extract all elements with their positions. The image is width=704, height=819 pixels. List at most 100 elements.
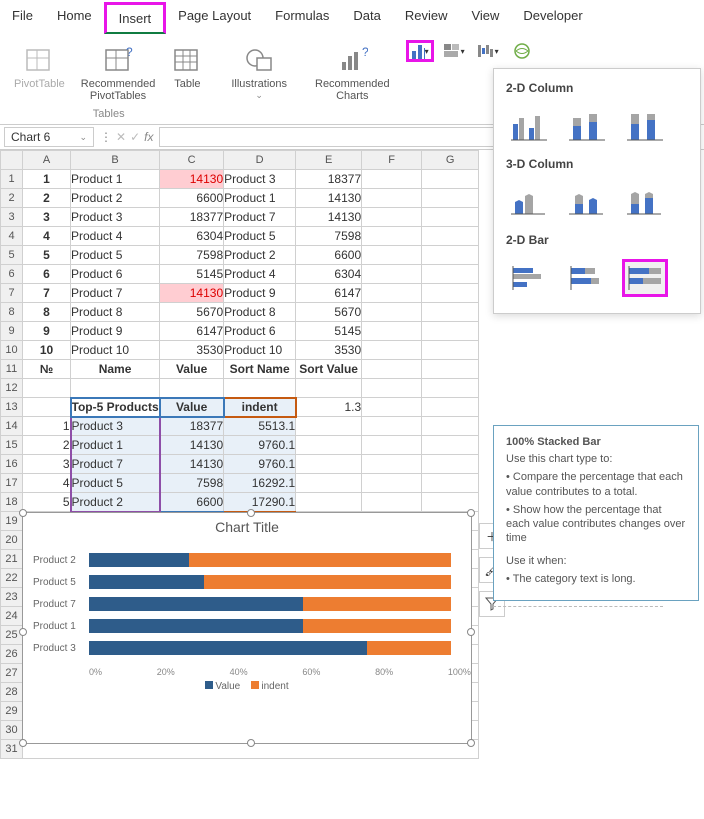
chart-bar[interactable] [89, 641, 451, 655]
col-header-F[interactable]: F [362, 151, 422, 170]
cell[interactable]: Product 1 [224, 189, 296, 208]
cell[interactable] [422, 379, 479, 398]
embedded-chart[interactable]: Chart Title Product 2Product 5Product 7P… [22, 512, 472, 744]
cell[interactable]: 7598 [160, 474, 224, 493]
cell[interactable] [362, 227, 422, 246]
cell[interactable]: Product 5 [71, 474, 160, 493]
cell[interactable]: 7598 [296, 227, 362, 246]
cell[interactable]: 1 [23, 417, 71, 436]
cell[interactable] [362, 474, 422, 493]
cell[interactable] [362, 398, 422, 417]
recommended-charts-button[interactable]: ? Recommended Charts [309, 40, 396, 106]
col-header-D[interactable]: D [224, 151, 296, 170]
cell[interactable] [422, 322, 479, 341]
row-header[interactable]: 12 [1, 379, 23, 398]
row-header[interactable]: 28 [1, 683, 23, 702]
clustered-bar-button[interactable] [506, 259, 552, 297]
cell[interactable] [422, 360, 479, 379]
cell[interactable] [362, 303, 422, 322]
clustered-column-button[interactable] [506, 107, 552, 145]
cell[interactable]: Product 2 [71, 493, 160, 512]
row-header[interactable]: 20 [1, 531, 23, 550]
cell[interactable] [422, 208, 479, 227]
cell[interactable]: Product 1 [71, 170, 160, 189]
chart-bar[interactable] [89, 597, 451, 611]
cell[interactable]: 9760.1 [224, 455, 296, 474]
menu-page-layout[interactable]: Page Layout [166, 2, 263, 34]
cell[interactable]: 2 [23, 189, 71, 208]
row-header[interactable]: 16 [1, 455, 23, 474]
row-header[interactable]: 29 [1, 702, 23, 721]
illustrations-button[interactable]: Illustrations ⌄ [225, 40, 293, 105]
cell[interactable] [422, 398, 479, 417]
row-header[interactable]: 5 [1, 246, 23, 265]
insert-hierarchy-chart-button[interactable]: ▾ [440, 40, 468, 62]
row-header[interactable]: 8 [1, 303, 23, 322]
cell[interactable]: 7598 [160, 246, 224, 265]
row-header[interactable]: 15 [1, 436, 23, 455]
chart-bar[interactable] [89, 575, 451, 589]
cell[interactable] [296, 379, 362, 398]
100-stacked-column-button[interactable] [622, 107, 668, 145]
cell[interactable] [362, 170, 422, 189]
cell[interactable] [160, 379, 224, 398]
cell[interactable]: 5 [23, 493, 71, 512]
cell[interactable] [422, 284, 479, 303]
cell[interactable] [296, 417, 362, 436]
cell[interactable] [422, 417, 479, 436]
menu-home[interactable]: Home [45, 2, 104, 34]
cell[interactable]: Product 7 [224, 208, 296, 227]
chart-title[interactable]: Chart Title [23, 513, 471, 541]
cell[interactable]: Product 1 [71, 436, 160, 455]
cell[interactable] [422, 227, 479, 246]
cell[interactable]: 2 [23, 436, 71, 455]
cell[interactable]: 3530 [160, 341, 224, 360]
cell[interactable]: Value [160, 360, 224, 379]
row-header[interactable]: 14 [1, 417, 23, 436]
cell[interactable]: 14130 [160, 436, 224, 455]
row-header[interactable]: 7 [1, 284, 23, 303]
cell[interactable] [362, 208, 422, 227]
cell[interactable]: 14130 [296, 208, 362, 227]
cell[interactable]: 5145 [296, 322, 362, 341]
cell[interactable] [362, 284, 422, 303]
cell[interactable]: 18377 [160, 208, 224, 227]
cell[interactable] [362, 322, 422, 341]
cell[interactable] [362, 246, 422, 265]
cell[interactable] [422, 170, 479, 189]
row-header[interactable]: 3 [1, 208, 23, 227]
cell[interactable]: 9 [23, 322, 71, 341]
cell[interactable]: Product 10 [224, 341, 296, 360]
cell[interactable] [23, 398, 71, 417]
chart-bar[interactable] [89, 619, 451, 633]
row-header[interactable]: 21 [1, 550, 23, 569]
row-header[interactable]: 23 [1, 588, 23, 607]
cell[interactable]: Product 3 [224, 170, 296, 189]
cell[interactable]: 14130 [296, 189, 362, 208]
cell[interactable]: 5670 [296, 303, 362, 322]
row-header[interactable]: 11 [1, 360, 23, 379]
chart-plot-area[interactable]: Product 2Product 5Product 7Product 1Prod… [23, 541, 471, 667]
cell[interactable]: 14130 [160, 455, 224, 474]
cell[interactable]: 16292.1 [224, 474, 296, 493]
name-box[interactable]: Chart 6 ⌄ [4, 127, 94, 147]
cell[interactable]: Product 2 [224, 246, 296, 265]
cell[interactable]: Product 3 [71, 417, 160, 436]
col-header-A[interactable]: A [23, 151, 71, 170]
cell[interactable]: 6600 [160, 493, 224, 512]
menu-formulas[interactable]: Formulas [263, 2, 341, 34]
cell[interactable]: 5 [23, 246, 71, 265]
cell[interactable] [422, 341, 479, 360]
row-header[interactable]: 24 [1, 607, 23, 626]
menu-insert[interactable]: Insert [104, 2, 167, 34]
formula-options-icon[interactable]: ⋮ [100, 130, 112, 144]
cell[interactable]: № [23, 360, 71, 379]
cell[interactable]: Product 5 [224, 227, 296, 246]
cell[interactable] [362, 493, 422, 512]
cell[interactable] [362, 189, 422, 208]
cell[interactable]: Name [71, 360, 160, 379]
cell[interactable]: 6304 [160, 227, 224, 246]
100-stacked-bar-button[interactable] [622, 259, 668, 297]
cell[interactable]: 6600 [160, 189, 224, 208]
3d-stacked-column-button[interactable] [564, 183, 610, 221]
